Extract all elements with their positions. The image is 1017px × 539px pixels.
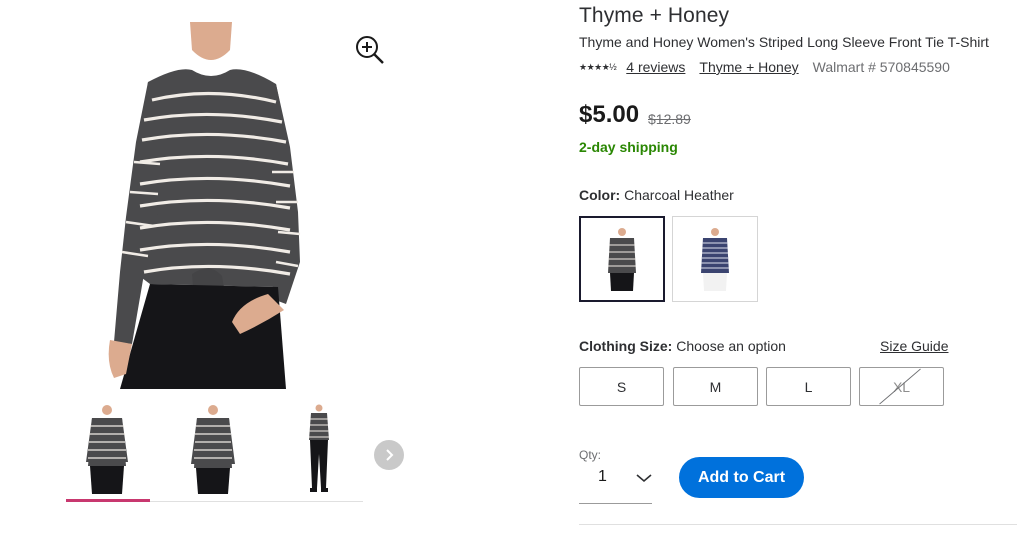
size-guide-link[interactable]: Size Guide [880,338,948,354]
swatch-navy-image [701,228,729,291]
thumbnail-strip [66,402,363,502]
thumbnail-back[interactable] [172,404,254,500]
gallery-next-button[interactable] [374,440,404,470]
swatch-charcoal-image [608,228,636,291]
divider [579,524,1017,525]
thumbnail-back-image [191,405,235,494]
thumbnail-front[interactable] [66,404,150,502]
star-rating-icon: ★★★★½ [579,61,617,72]
zoom-in-icon [356,36,384,64]
was-price: $12.89 [648,111,691,127]
current-price: $5.00 [579,101,640,128]
thumbnail-full-body[interactable] [278,404,360,500]
reviews-link[interactable]: 4 reviews [626,59,685,75]
size-prompt: Choose an option [676,338,786,354]
color-swatch-navy-stripe[interactable] [672,216,758,302]
size-option-l[interactable]: L [766,367,851,406]
color-selected-value: Charcoal Heather [624,187,734,203]
quantity-value: 1 [598,468,607,485]
size-label-title: Clothing Size: [579,338,673,354]
size-option-xl-unavailable[interactable]: XL [859,367,944,406]
rating-row: ★★★★½ 4 reviews Thyme + Honey Walmart # … [579,58,950,76]
main-product-image[interactable] [100,22,320,389]
shipping-badge: 2-day shipping [579,139,678,155]
brand-name: Thyme + Honey [579,4,730,27]
chevron-right-icon [386,449,394,461]
thumbnail-front-image [86,405,128,494]
zoom-button[interactable] [354,34,386,66]
thumbnail-full-body-image [309,404,329,492]
chevron-down-icon [636,474,652,483]
color-label-title: Color: [579,187,621,203]
size-option-s[interactable]: S [579,367,664,406]
size-option-m[interactable]: M [673,367,758,406]
brand-link[interactable]: Thyme + Honey [699,59,798,75]
selected-thumbnail-indicator [66,499,150,502]
quantity-select[interactable]: 1 [579,462,652,504]
color-swatch-charcoal-heather[interactable] [579,216,665,302]
model-striped-shirt-illustration [108,22,301,389]
walmart-item-number: Walmart # 570845590 [812,59,950,75]
size-option-xl-label: XL [892,378,911,395]
product-title: Thyme and Honey Women's Striped Long Sle… [579,34,989,50]
size-label: Clothing Size: Choose an option [579,338,786,354]
qty-label: Qty: [579,448,602,462]
add-to-cart-button[interactable]: Add to Cart [679,457,804,498]
color-label: Color: Charcoal Heather [579,187,734,203]
